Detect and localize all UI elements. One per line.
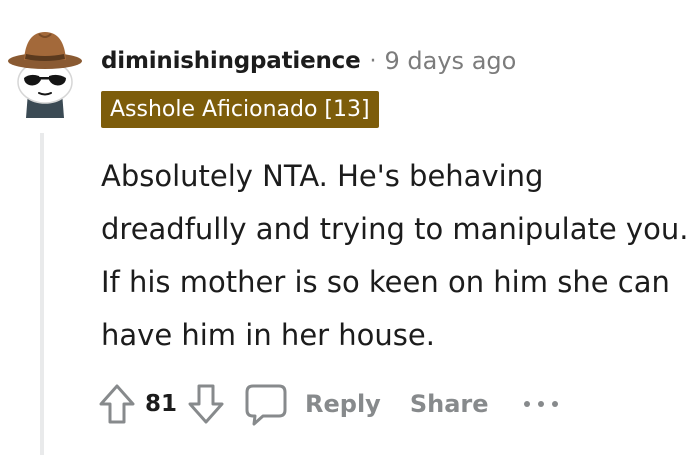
user-flair: Asshole Aficionado [13] <box>101 91 379 128</box>
arrow-up-icon <box>99 384 135 424</box>
username-link[interactable]: diminishingpatience <box>101 48 361 74</box>
speech-bubble-icon <box>245 384 287 426</box>
user-avatar[interactable] <box>6 22 84 118</box>
more-options-button[interactable] <box>523 389 559 419</box>
comment-meta: diminishingpatience · 9 days ago <box>101 44 516 78</box>
reply-label: Reply <box>305 390 381 418</box>
snoo-cowboy-avatar-icon <box>8 32 82 118</box>
meta-separator: · <box>369 48 377 74</box>
thread-line[interactable] <box>40 133 44 455</box>
upvote-button[interactable] <box>97 382 137 426</box>
share-button[interactable]: Share <box>410 390 489 418</box>
downvote-button[interactable] <box>186 382 226 426</box>
arrow-down-icon <box>188 384 224 424</box>
vote-count: 81 <box>145 391 178 417</box>
comment-body: Absolutely NTA. He's behaving dreadfully… <box>101 159 689 352</box>
comment-timestamp[interactable]: 9 days ago <box>385 47 517 75</box>
comment-actions: 81 Reply Share <box>97 378 559 430</box>
reply-button[interactable]: Reply <box>243 381 381 427</box>
ellipsis-icon <box>523 401 558 407</box>
